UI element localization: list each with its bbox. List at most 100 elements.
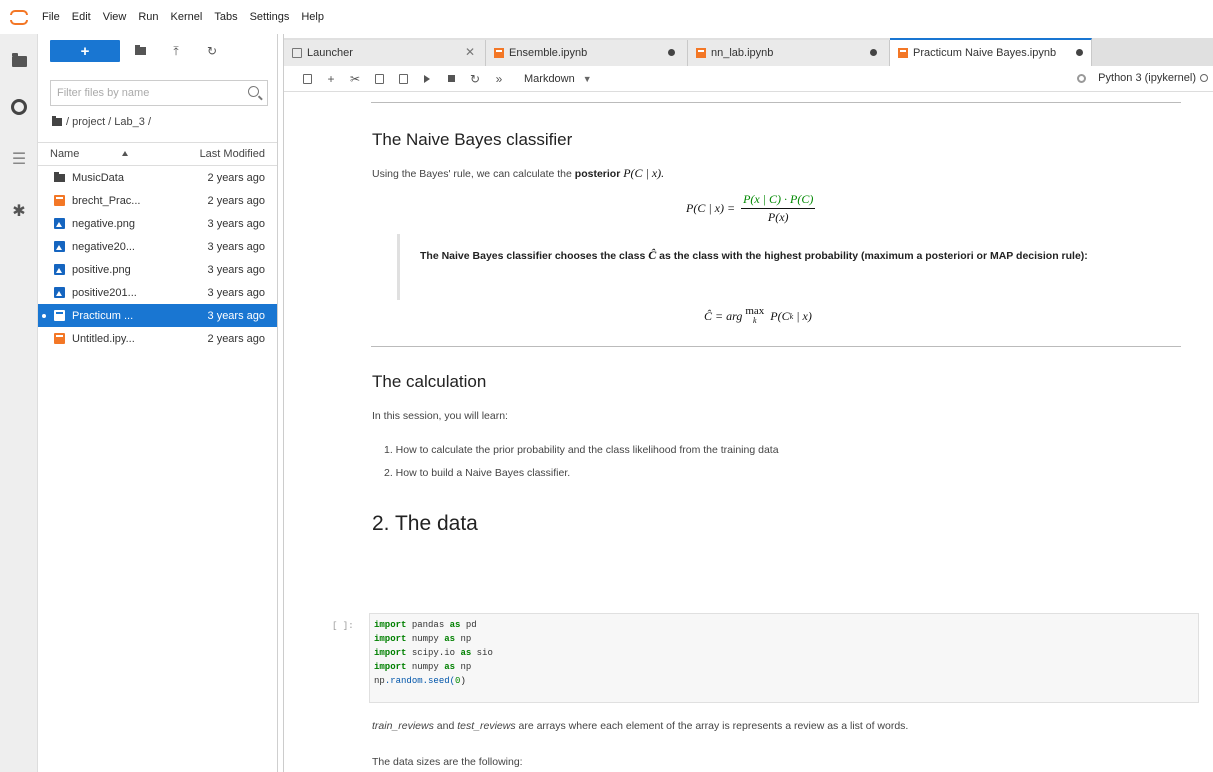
cell-type-value: Markdown: [524, 72, 575, 85]
file-list: MusicData 2 years ago brecht_Prac... 2 year…: [38, 166, 277, 350]
keyword: as: [444, 634, 456, 644]
paragraph-session: In this session, you will learn:: [372, 410, 508, 422]
file-browser-folder-icon[interactable]: [10, 52, 28, 70]
keyword: import: [374, 620, 407, 630]
menu-help[interactable]: Help: [301, 11, 324, 23]
sort-ascending-icon[interactable]: [122, 151, 128, 156]
fraction: P(x | C) · P(C) P(x): [741, 192, 816, 225]
notebook-icon: [494, 48, 504, 58]
menu-bar: File Edit View Run Kernel Tabs Settings …: [0, 0, 1213, 34]
column-header-last-modified[interactable]: Last Modified: [200, 148, 265, 160]
kernel-indicator[interactable]: Python 3 (ipykernel): [1077, 72, 1208, 84]
formula-lhs: Ĉ = arg: [704, 308, 743, 323]
column-header-name[interactable]: Name: [50, 148, 79, 160]
tab-ensemble[interactable]: Ensemble.ipynb: [486, 40, 688, 66]
upload-icon[interactable]: ⤒: [160, 40, 192, 62]
breadcrumb[interactable]: / project / Lab_3 /: [52, 116, 151, 128]
argmax: max k: [745, 306, 764, 326]
tab-label: Ensemble.ipynb: [509, 47, 588, 59]
file-name: MusicData: [72, 171, 124, 184]
alias: np: [460, 634, 472, 644]
cell-prompt: [ ]:: [332, 621, 354, 631]
insert-cell-plus-icon[interactable]: +: [320, 70, 342, 88]
function: .random.seed(: [384, 676, 456, 686]
new-folder-icon[interactable]: [124, 40, 156, 62]
filter-files-input[interactable]: [57, 87, 237, 99]
menu-view[interactable]: View: [103, 11, 127, 23]
file-modified: 3 years ago: [207, 263, 265, 276]
menu-settings[interactable]: Settings: [250, 11, 290, 23]
run-play-icon[interactable]: [416, 70, 438, 88]
fast-forward-icon[interactable]: »: [488, 70, 510, 88]
menu-run[interactable]: Run: [138, 11, 158, 23]
notebook-icon: [54, 310, 65, 321]
text: as the class with the highest probabilit…: [656, 250, 1088, 262]
file-row[interactable]: MusicData 2 years ago: [38, 166, 277, 189]
restart-icon[interactable]: ↻: [464, 70, 486, 88]
cut-scissors-icon[interactable]: ✂: [344, 70, 366, 88]
file-name: Practicum ...: [72, 309, 134, 322]
chevron-down-icon: ▼: [582, 73, 592, 84]
file-modified: 3 years ago: [207, 286, 265, 299]
keyword: as: [444, 662, 456, 672]
tab-launcher[interactable]: Launcher ✕: [284, 40, 486, 66]
close-icon[interactable]: ✕: [465, 45, 475, 59]
formula-rhs-end: | x): [796, 308, 812, 323]
cell-type-dropdown[interactable]: Markdown ▼: [524, 73, 592, 85]
notebook-content[interactable]: The Naive Bayes classifier Using the Bay…: [284, 94, 1213, 772]
unsaved-dot-icon[interactable]: [870, 49, 877, 56]
refresh-icon[interactable]: ↻: [196, 40, 228, 62]
code-line: import numpy as np: [374, 662, 471, 672]
heading-calculation: The calculation: [372, 372, 487, 391]
running-kernels-icon[interactable]: [10, 98, 28, 116]
breadcrumb-path[interactable]: / project / Lab_3 /: [66, 116, 151, 128]
search-icon: [248, 86, 259, 97]
paste-clipboard-icon[interactable]: [392, 70, 414, 88]
save-icon[interactable]: [296, 70, 318, 88]
tab-practicum-naive-bayes[interactable]: Practicum Naive Bayes.ipynb: [890, 38, 1092, 66]
text: The Naive Bayes classifier chooses the c…: [420, 250, 649, 262]
subscript: k: [789, 311, 794, 321]
menu-file[interactable]: File: [42, 11, 60, 23]
file-row[interactable]: Untitled.ipy... 2 years ago: [38, 327, 277, 350]
keyword: as: [449, 620, 461, 630]
unsaved-dot-icon[interactable]: [668, 49, 675, 56]
file-modified: 3 years ago: [207, 217, 265, 230]
file-row[interactable]: negative20... 3 years ago: [38, 235, 277, 258]
formula-lhs: P(C | x) =: [686, 201, 736, 215]
code-line: import scipy.io as sio: [374, 648, 493, 658]
file-row[interactable]: brecht_Prac... 2 years ago: [38, 189, 277, 212]
file-modified: 3 years ago: [207, 309, 265, 322]
notebook-toolbar: + ✂ ↻ » Markdown ▼ Python 3 (ipykernel): [284, 66, 1213, 92]
divider: [371, 346, 1181, 347]
tab-label: Launcher: [307, 47, 353, 59]
text: Using the Bayes' rule, we can calculate …: [372, 168, 575, 180]
extension-manager-puzzle-icon[interactable]: ✱: [10, 202, 28, 220]
tab-label: Practicum Naive Bayes.ipynb: [913, 47, 1057, 59]
kernel-name[interactable]: Python 3 (ipykernel): [1098, 72, 1196, 84]
code-cell[interactable]: import pandas as pd import numpy as np i…: [369, 613, 1199, 703]
file-name: positive.png: [72, 263, 131, 276]
kernel-settings-icon[interactable]: [1077, 73, 1087, 83]
paren: ): [460, 676, 466, 686]
home-folder-icon[interactable]: [52, 116, 62, 126]
file-row[interactable]: negative.png 3 years ago: [38, 212, 277, 235]
copy-icon[interactable]: [368, 70, 390, 88]
command-palette-list-icon[interactable]: ☰: [10, 150, 28, 168]
file-row[interactable]: positive201... 3 years ago: [38, 281, 277, 304]
menu-edit[interactable]: Edit: [72, 11, 91, 23]
file-row[interactable]: Practicum ... 3 years ago: [38, 304, 277, 327]
menu-kernel[interactable]: Kernel: [171, 11, 203, 23]
new-launcher-button[interactable]: +: [50, 40, 120, 62]
filter-box: [50, 80, 268, 106]
activity-bar: ☰ ✱: [0, 34, 38, 772]
code-line: import numpy as np: [374, 634, 471, 644]
interrupt-stop-icon[interactable]: [440, 70, 462, 88]
file-list-header: Name Last Modified: [38, 142, 277, 166]
fraction-denominator: P(x): [767, 210, 789, 224]
file-row[interactable]: positive.png 3 years ago: [38, 258, 277, 281]
menu-tabs[interactable]: Tabs: [214, 11, 237, 23]
keyword: import: [374, 648, 407, 658]
unsaved-dot-icon[interactable]: [1076, 49, 1083, 56]
tab-nn-lab[interactable]: nn_lab.ipynb: [688, 40, 890, 66]
